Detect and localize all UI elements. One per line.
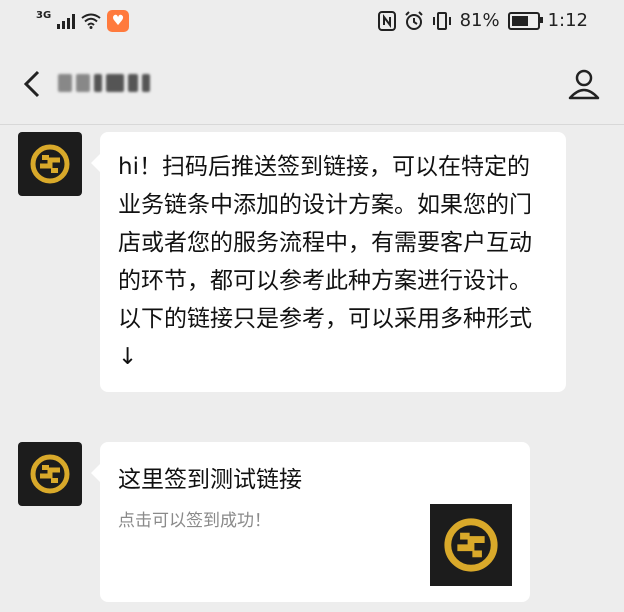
nfc-icon [377, 10, 396, 31]
link-thumbnail [430, 504, 512, 586]
logo-icon [30, 454, 70, 494]
sender-avatar[interactable] [18, 442, 82, 506]
logo-icon [30, 144, 70, 184]
battery-percent: 81% [459, 10, 500, 31]
status-right: 81% 1:12 [377, 10, 588, 31]
sender-avatar[interactable] [18, 132, 82, 196]
profile-button[interactable] [566, 66, 602, 102]
chevron-left-icon [23, 70, 40, 98]
signal-icon [57, 13, 76, 29]
clock: 1:12 [547, 10, 588, 31]
battery-icon [507, 11, 543, 30]
link-title: 这里签到测试链接 [118, 467, 302, 493]
status-bar: 3G ♥ 81% 1:12 [0, 0, 624, 44]
text-bubble[interactable]: hi！扫码后推送签到链接，可以在特定的业务链条中添加的设计方案。如果您的门店或者… [91, 132, 566, 392]
link-card[interactable]: 这里签到测试链接 点击可以签到成功！ [91, 442, 530, 602]
logo-icon [444, 518, 498, 572]
wifi-icon [81, 13, 101, 29]
back-button[interactable] [16, 66, 52, 102]
vibrate-icon [432, 11, 451, 30]
network-type: 3G [36, 9, 52, 21]
battery-fill [511, 15, 528, 26]
contact-name-redacted [58, 74, 150, 92]
link-description: 点击可以签到成功！ [118, 511, 271, 531]
message-text: hi！扫码后推送签到链接，可以在特定的业务链条中添加的设计方案。如果您的门店或者… [118, 154, 532, 370]
status-left: 3G ♥ [36, 9, 130, 32]
person-icon [568, 69, 600, 100]
alarm-icon [404, 10, 423, 30]
chat-header [0, 44, 624, 125]
app-badge-icon: ♥ [107, 10, 130, 32]
